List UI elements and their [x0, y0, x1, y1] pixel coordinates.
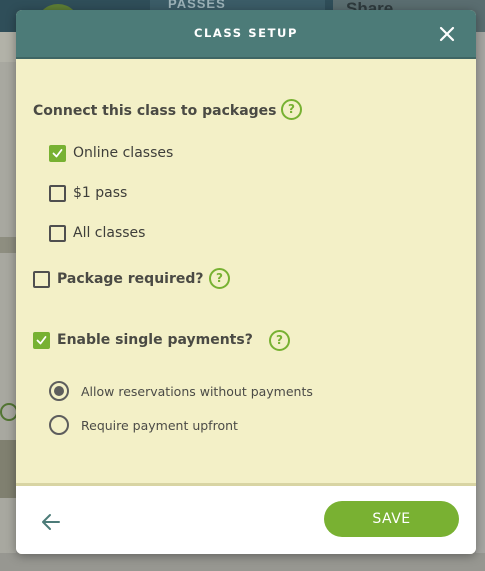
checkbox-1-pass[interactable] — [49, 185, 66, 202]
radio-allow-without-payment[interactable] — [49, 381, 69, 401]
modal-header: CLASS SETUP — [16, 10, 476, 59]
online-classes-label: Online classes — [73, 145, 174, 161]
checkmark-icon — [36, 336, 47, 345]
package-required-label: Package required? — [57, 271, 204, 287]
1-pass-label: $1 pass — [73, 185, 128, 201]
modal-body: Connect this class to packages ? Online … — [16, 59, 476, 484]
save-button[interactable]: SAVE — [324, 501, 459, 537]
packages-label: Connect this class to packages — [33, 103, 277, 119]
checkbox-all-classes[interactable] — [49, 225, 66, 242]
help-icon[interactable]: ? — [269, 330, 290, 351]
modal-title: CLASS SETUP — [193, 26, 299, 40]
checkmark-icon — [52, 149, 63, 158]
checkbox-package-required[interactable] — [33, 271, 50, 288]
help-icon[interactable]: ? — [209, 268, 230, 289]
help-icon[interactable]: ? — [281, 99, 302, 120]
arrow-left-icon[interactable] — [40, 512, 62, 532]
all-classes-label: All classes — [73, 225, 146, 241]
radio-require-payment[interactable] — [49, 415, 69, 435]
checkbox-single-payments[interactable] — [33, 332, 50, 349]
allow-without-payment-label: Allow reservations without payments — [81, 384, 313, 399]
class-setup-modal: CLASS SETUP Connect this class to packag… — [16, 10, 476, 554]
background-footer — [0, 553, 485, 571]
close-icon[interactable] — [437, 24, 457, 44]
background-right-panel — [476, 32, 485, 571]
background-left-panel — [0, 32, 16, 571]
checkbox-online-classes[interactable] — [49, 145, 66, 162]
require-payment-label: Require payment upfront — [81, 418, 238, 433]
modal-footer: SAVE — [16, 486, 476, 554]
single-payments-label: Enable single payments? — [57, 332, 253, 348]
